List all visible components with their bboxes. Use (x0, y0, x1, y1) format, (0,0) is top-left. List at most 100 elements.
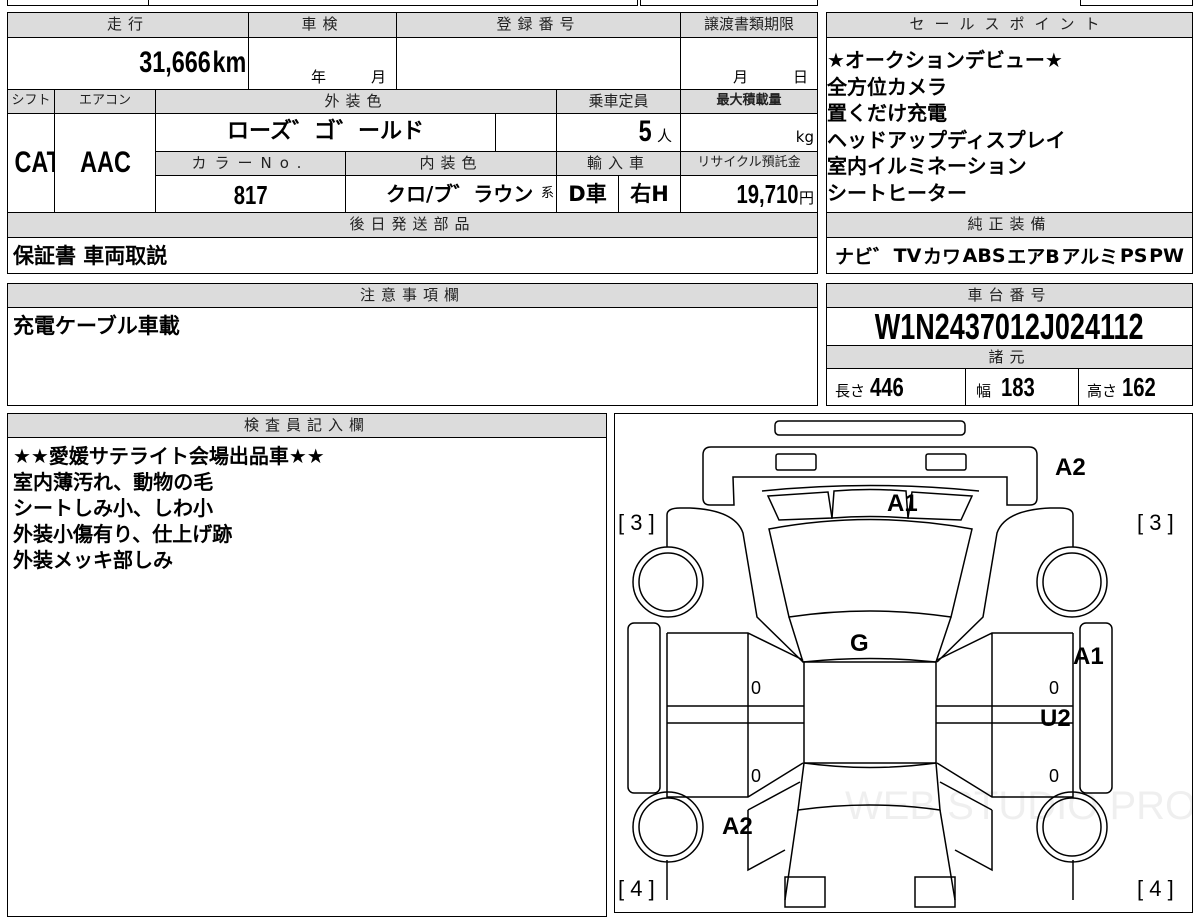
damage-mark: A2 (1055, 454, 1086, 481)
rear-bar (773, 419, 966, 436)
interior-value: クロ/ブ゛ラウン (386, 182, 534, 206)
inspection-label: 車検 (248, 12, 397, 38)
max-load-field: kg (680, 113, 818, 152)
inspection-field: 年月 (248, 37, 397, 90)
capacity-value: 5 (638, 115, 652, 148)
capacity-field: 5 人 (556, 113, 681, 152)
width-label: 幅 (976, 382, 992, 400)
exterior-extra (495, 113, 557, 152)
equipment-item: アルミ (1061, 246, 1119, 268)
damage-mark: U2 (1040, 705, 1071, 732)
length-label: 長さ (835, 382, 866, 400)
height-value: 162 (1122, 372, 1156, 402)
notes-label: 注意事項欄 (7, 283, 818, 308)
sales-item: ★オークションデビュー★ (827, 48, 1063, 72)
top-strip-cell (640, 0, 818, 6)
equipment-item: ABS (962, 244, 1006, 267)
month-label: 月 (733, 68, 749, 86)
height-field: 高さ 162 (1078, 368, 1193, 406)
shift-field: CAT (7, 113, 55, 213)
equipment-list: ナビ゛ TV カワ ABS エアB アルミ PS PW (826, 237, 1193, 274)
inspector-line: 外装小傷有り、仕上げ跡 (13, 522, 233, 546)
damage-mark: A1 (887, 490, 918, 517)
watermark: WEB STUDIO PRO (845, 784, 1193, 828)
top-strip-cell (1080, 0, 1193, 6)
sales-item: ヘッドアップディスプレイ (827, 127, 1066, 152)
color-no-label: カラーNo. (155, 151, 346, 176)
damage-mark: A2 (722, 813, 753, 840)
steering: 右H (618, 175, 681, 213)
day-label: 日 (793, 68, 809, 86)
registration-field (396, 37, 681, 90)
mileage-value: 31,666 (139, 46, 211, 79)
width-field: 幅 183 (965, 368, 1079, 406)
windshield (767, 518, 973, 618)
length-value: 446 (870, 372, 904, 402)
height-label: 高さ (1087, 382, 1118, 400)
ac-label: エアコン (54, 89, 156, 114)
front-bumper (701, 445, 1038, 506)
year-label: 年 (311, 68, 327, 86)
tire-rl: [ 4 ] (618, 876, 655, 901)
color-no-value: 817 (233, 180, 268, 210)
chassis-number: W1N2437012J024112 (875, 307, 1144, 346)
capacity-unit: 人 (656, 127, 672, 145)
equipment-label: 純正装備 (826, 212, 1193, 238)
inspector-line: 室内薄汚れ、動物の毛 (13, 470, 214, 494)
sales-item: 置くだけ充電 (827, 101, 947, 125)
inspector-line: 外装メッキ部しみ (13, 548, 173, 572)
transfer-field: 月日 (680, 37, 818, 90)
equipment-item: エアB (1007, 246, 1060, 268)
equipment-item: PW (1149, 244, 1184, 267)
sales-item: 室内イルミネーション (827, 154, 1027, 178)
shift-value: CAT (14, 146, 54, 179)
zero-mark: 0 (751, 678, 762, 698)
notes-value: 充電ケーブル車載 (7, 307, 818, 406)
import-label: 輸入車 (556, 151, 681, 176)
car-outline-icon (626, 419, 1113, 908)
exterior-value: ローズ゛ゴ゛ールド (155, 113, 496, 152)
zero-mark: 0 (1049, 678, 1060, 698)
inspector-line: ★★愛媛サテライト会場出品車★★ (13, 444, 325, 468)
recycle-field: 19,710円 (680, 175, 818, 213)
later-parts-value: 保証書 車両取説 (7, 237, 818, 274)
import-type: D車 (556, 175, 619, 213)
ac-value: AAC (79, 146, 131, 179)
inspector-label: 検査員記入欄 (7, 413, 607, 438)
interior-suffix: 系 (540, 186, 554, 201)
recycle-unit: 円 (798, 189, 814, 207)
mileage-unit: km (212, 46, 246, 79)
equipment-item: カワ (923, 246, 962, 268)
ac-field: AAC (54, 113, 156, 213)
month-label: 月 (371, 68, 387, 86)
chassis-field: W1N2437012J024112 (826, 307, 1193, 346)
length-field: 長さ 446 (826, 368, 966, 406)
tire-rr: [ 4 ] (1137, 876, 1174, 901)
max-load-label: 最大積載量 (680, 89, 818, 114)
equipment-item: ナビ゛ (835, 246, 893, 268)
recycle-label: リサイクル預託金 (680, 151, 818, 176)
sales-item: 全方位カメラ (827, 74, 947, 99)
equipment-item: TV (893, 244, 922, 267)
roof (802, 660, 937, 764)
width-value: 183 (1001, 372, 1036, 402)
registration-label: 登録番号 (396, 12, 681, 38)
shift-label: シフト (7, 89, 55, 114)
zero-mark: 0 (1049, 766, 1060, 786)
interior-label: 内装色 (345, 151, 557, 176)
mileage-field: 31,666km (7, 37, 249, 90)
sales-label: セールスポイント (826, 12, 1193, 38)
chassis-label: 車台番号 (826, 283, 1193, 308)
mileage-label: 走行 (7, 12, 249, 38)
sales-item: シートヒーター (827, 180, 967, 205)
damage-mark: G (850, 630, 869, 657)
top-strip-cell (148, 0, 638, 6)
inspector-notes: ★★愛媛サテライト会場出品車★★ 室内薄汚れ、動物の毛 シートしみ小、しわ小 外… (7, 437, 607, 917)
recycle-value: 19,710 (736, 179, 799, 209)
damage-mark: A1 (1073, 643, 1104, 670)
transfer-label: 譲渡書類期限 (680, 12, 818, 38)
zero-mark: 0 (751, 766, 762, 786)
color-no-field: 817 (155, 175, 346, 213)
specs-label: 諸元 (826, 345, 1193, 369)
later-parts-label: 後日発送部品 (7, 212, 818, 238)
